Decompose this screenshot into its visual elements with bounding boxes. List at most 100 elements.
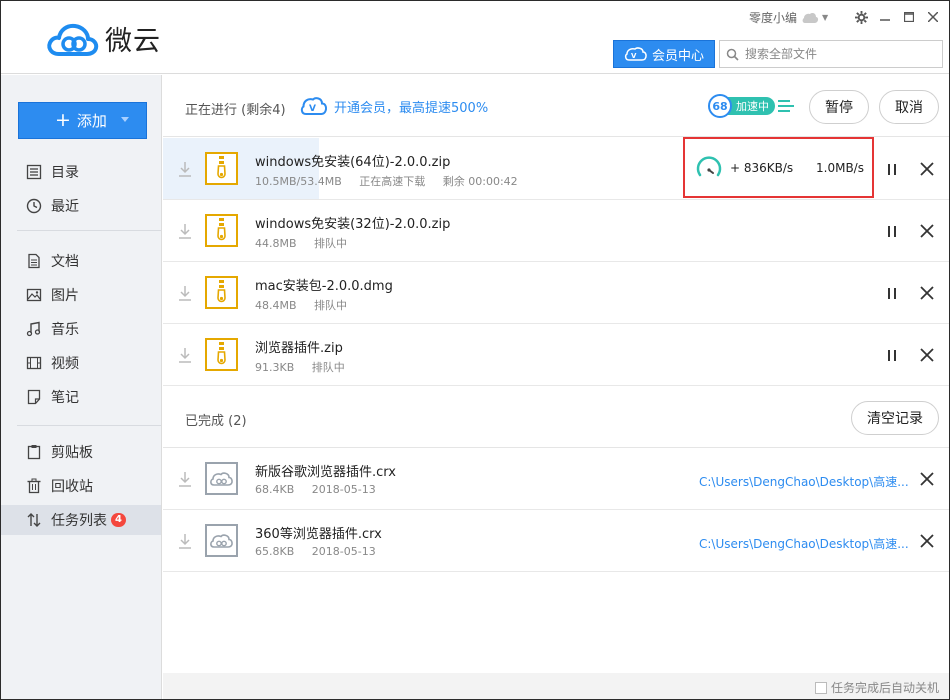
task-count-badge: 4 [111,513,126,527]
vip-cloud-icon: V [624,47,647,61]
close-icon[interactable] [919,161,935,177]
file-path-link[interactable]: C:\Users\DengChao\Desktop\高速... [699,473,909,490]
sidebar-item-task-list[interactable]: 任务列表 4 [1,505,161,535]
note-icon [27,389,41,405]
download-status: 排队中 [314,299,348,312]
download-row[interactable]: mac安装包-2.0.0.dmg 48.4MB 排队中 [163,262,949,324]
clock-icon [26,198,42,214]
vip-promo-text: 开通会员，最高提速500% [334,100,489,116]
maximize-icon [904,12,914,22]
clear-records-button[interactable]: 清空记录 [851,401,939,435]
sidebar-item-label: 回收站 [51,479,93,495]
accelerated-speed: + 836KB/s [730,161,794,175]
file-path-link[interactable]: C:\Users\DengChao\Desktop\高速... [699,535,909,552]
zip-file-icon [205,338,238,371]
file-size: 91.3KB [255,361,295,374]
download-arrow-icon [179,224,191,239]
sidebar-item-label: 目录 [51,165,79,181]
maximize-button[interactable] [899,7,919,27]
settings-button[interactable] [851,7,871,27]
sidebar-item-directory[interactable]: 目录 [1,157,161,187]
download-status: 排队中 [311,361,345,374]
dropdown-caret-icon [121,117,129,122]
pause-button[interactable] [884,347,900,363]
close-icon[interactable] [919,471,935,487]
file-meta: 68.4KB 2018-05-13 [255,483,390,496]
sidebar-item-images[interactable]: 图片 [1,280,161,310]
file-name: 新版谷歌浏览器插件.crx [255,465,396,480]
sidebar-item-notes[interactable]: 笔记 [1,382,161,412]
completed-row[interactable]: 360等浏览器插件.crx 65.8KB 2018-05-13 C:\Users… [163,510,949,572]
weiyun-cloud-logo-icon [47,23,99,56]
download-arrow-icon [179,472,191,487]
file-size: 10.5MB/53.4MB [255,175,342,188]
completed-title: 已完成 (2) [185,414,247,429]
zip-file-icon [205,276,238,309]
dropdown-caret-icon: ▼ [822,13,829,22]
sidebar-item-music[interactable]: 音乐 [1,314,161,344]
close-icon[interactable] [919,347,935,363]
trash-icon [27,478,41,494]
cancel-all-button[interactable]: 取消 [879,90,939,124]
status-footer: 任务完成后自动关机 [163,673,949,699]
gear-icon [854,10,868,24]
pause-all-button[interactable]: 暂停 [809,90,869,124]
download-arrow-icon [179,286,191,301]
pause-button[interactable] [884,223,900,239]
in-progress-title: 正在进行 (剩余4) [185,103,286,118]
title-bar: 微云 零度小编 ▼ V 会员中心 搜索全部文件 [1,1,949,74]
speed-lines-icon [778,100,794,112]
file-size: 44.8MB [255,237,297,250]
window-controls [851,7,943,27]
sidebar-item-label: 图片 [51,288,79,304]
sidebar-item-clipboard[interactable]: 剪贴板 [1,437,161,467]
sidebar-item-label: 文档 [51,254,79,270]
user-menu[interactable]: 零度小编 ▼ [749,9,828,26]
close-window-button[interactable] [923,7,943,27]
pause-button[interactable] [884,161,900,177]
search-box [719,40,943,68]
download-row[interactable]: windows免安装(64位)-2.0.0.zip 10.5MB/53.4MB … [163,137,949,200]
weiyun-window: 微云 零度小编 ▼ V 会员中心 搜索全部文件 + 添加 目录 最近 文档 图片… [0,0,950,700]
unknown-file-icon [205,462,238,495]
close-icon[interactable] [919,223,935,239]
add-button[interactable]: + 添加 [18,102,147,139]
search-input[interactable] [745,47,935,61]
close-icon[interactable] [919,285,935,301]
acceleration-badge[interactable]: 68 加速中 [708,94,794,118]
add-button-label: 添加 [76,112,107,130]
vip-center-button[interactable]: V 会员中心 [613,40,715,68]
sidebar-item-label: 最近 [51,199,79,215]
image-icon [26,288,42,302]
completed-row[interactable]: 新版谷歌浏览器插件.crx 68.4KB 2018-05-13 C:\Users… [163,448,949,510]
sidebar-divider [17,425,161,426]
speed-indicator: + 836KB/s 1.0MB/s [683,137,874,198]
sidebar-item-videos[interactable]: 视频 [1,348,161,378]
auto-shutdown-label: 任务完成后自动关机 [831,681,940,695]
svg-text:V: V [309,104,316,114]
sidebar-item-label: 视频 [51,356,79,372]
download-row[interactable]: windows免安装(32位)-2.0.0.zip 44.8MB 排队中 [163,200,949,262]
file-size: 48.4MB [255,299,297,312]
checkbox-icon [815,681,827,694]
music-icon [26,321,41,337]
sidebar-item-label: 笔记 [51,390,79,406]
pause-button[interactable] [884,285,900,301]
sidebar-item-recycle-bin[interactable]: 回收站 [1,471,161,501]
zip-file-icon [205,152,238,185]
completed-date: 2018-05-13 [311,545,376,558]
file-meta: 10.5MB/53.4MB 正在高速下载 剩余 00:00:42 [255,173,532,189]
cloud-status-icon [802,12,819,23]
zip-file-icon [205,214,238,247]
plus-icon: + [55,109,71,131]
download-arrow-icon [179,534,191,549]
download-row[interactable]: 浏览器插件.zip 91.3KB 排队中 [163,324,949,386]
sidebar-divider [17,230,161,231]
sidebar-item-label: 任务列表 [51,513,107,529]
vip-promo-link[interactable]: V 开通会员，最高提速500% [300,96,488,116]
sidebar-item-documents[interactable]: 文档 [1,246,161,276]
minimize-button[interactable] [875,7,895,27]
auto-shutdown-checkbox[interactable]: 任务完成后自动关机 [815,679,939,696]
sidebar-item-recent[interactable]: 最近 [1,191,161,221]
close-icon[interactable] [919,533,935,549]
